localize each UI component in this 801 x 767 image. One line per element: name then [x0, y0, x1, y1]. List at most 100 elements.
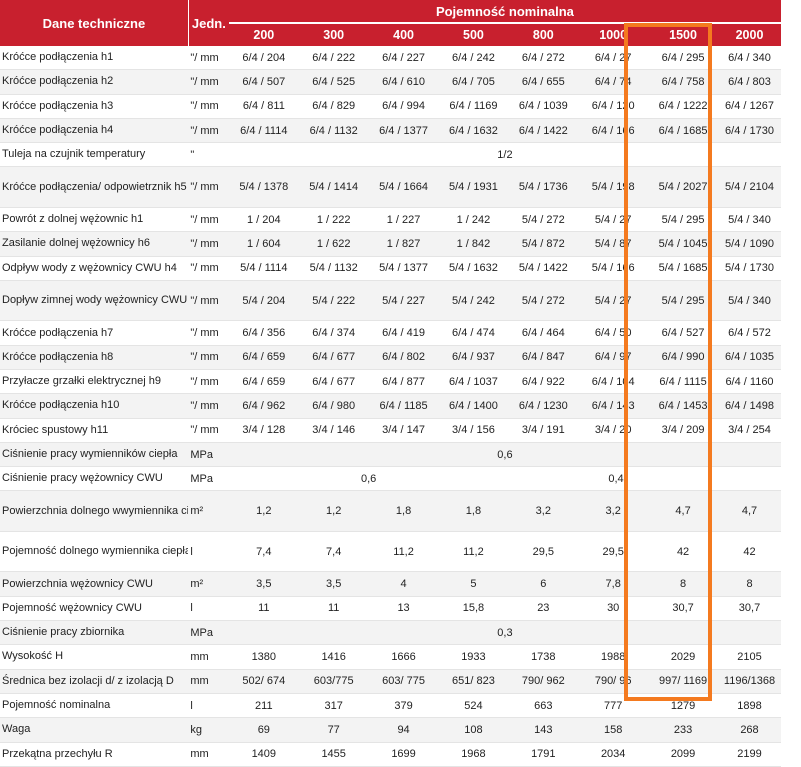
value-cell-400: 1699	[368, 742, 439, 767]
value-cell-500: 524	[438, 693, 509, 719]
unit-column-header: Jedn.	[188, 0, 229, 46]
value-cell-2000: 5/4 / 1090	[718, 231, 781, 257]
param-name: Króćce podłączenia h1	[0, 46, 189, 71]
value-cell-200: 1,2	[228, 490, 299, 532]
param-unit: "/ mm	[188, 94, 229, 119]
param-unit: "/ mm	[188, 256, 229, 281]
param-name: Króćce podłączenia h4	[0, 118, 189, 144]
param-name: Króćce podłączenia h8	[0, 345, 189, 370]
value-cell-300: 3,5	[298, 571, 369, 597]
value-cell-800: 5/4 / 272	[508, 207, 579, 233]
value-cell-1000: 6/4 / 120	[578, 94, 649, 119]
value-cell-800: 6/4 / 464	[508, 320, 579, 346]
value-cell-1000: 29,5	[578, 531, 649, 573]
value-cell-1000: 7,8	[578, 571, 649, 597]
table-row: Króciec spustowy h11 "/ mm 3/4 / 128 3/4 / …	[0, 418, 781, 443]
value-cell-300: 3/4 / 146	[298, 418, 369, 443]
capacity-header-800: 800	[508, 23, 579, 46]
value-cell-300: 5/4 / 1414	[298, 166, 369, 208]
value-cell-2000: 8	[718, 571, 781, 597]
value-cell-1500: 5/4 / 295	[648, 280, 718, 322]
value-cell-400: 5/4 / 227	[368, 280, 439, 322]
table-row: Króćce podłączenia h4 "/ mm 6/4 / 1114 6/4 …	[0, 118, 781, 144]
param-name: Króćce podłączenia h10	[0, 393, 189, 419]
value-cell-200: 5/4 / 204	[228, 280, 299, 322]
value-cell-1500: 6/4 / 295	[648, 46, 718, 71]
param-name: Ciśnienie pracy wężownicy CWU	[0, 466, 189, 492]
param-unit: l	[188, 693, 229, 719]
table-row: Króćce podłączenia h3 "/ mm 6/4 / 811 6/4 /…	[0, 94, 781, 119]
value-cell-500: 6/4 / 1037	[438, 369, 509, 395]
param-unit: l	[188, 596, 229, 622]
value-cell-1000: 2034	[578, 742, 649, 767]
value-cell-500: 6/4 / 1400	[438, 393, 509, 419]
capacity-header-300: 300	[298, 23, 369, 46]
value-cell-200: 3/4 / 128	[228, 418, 299, 443]
value-cell-300: 1416	[298, 644, 369, 670]
value-cell-400: 6/4 / 994	[368, 94, 439, 119]
value-cell-300: 5/4 / 1132	[298, 256, 369, 281]
param-name: Tuleja na czujnik temperatury	[0, 142, 189, 168]
value-cell-500: 6/4 / 1632	[438, 118, 509, 144]
value-cell-300: 1 / 222	[298, 207, 369, 233]
value-cell-800: 6/4 / 1422	[508, 118, 579, 144]
value-cell-800: 6/4 / 1230	[508, 393, 579, 419]
value-cell-300: 1,2	[298, 490, 369, 532]
table-row: Ciśnienie pracy zbiornika MPa 0,3	[0, 620, 781, 646]
value-cell-800: 3/4 / 191	[508, 418, 579, 443]
value-cell-200: 6/4 / 962	[228, 393, 299, 419]
table-row: Pojemność dolnego wymiennika ciepła l 7,4 7…	[0, 531, 781, 573]
value-cell-400: 6/4 / 227	[368, 46, 439, 71]
param-unit: kg	[188, 717, 229, 743]
value-cell-800: 6/4 / 847	[508, 345, 579, 370]
value-cell-1000: 30	[578, 596, 649, 622]
value-cell-500: 11,2	[438, 531, 509, 573]
value-cell-500: 5	[438, 571, 509, 597]
value-cell-2000: 2199	[718, 742, 781, 767]
value-cell-1000: 6/4 / 97	[578, 345, 649, 370]
value-cell-1000: 6/4 / 166	[578, 118, 649, 144]
value-cell-400: 4	[368, 571, 439, 597]
value-cell-2000: 6/4 / 340	[718, 46, 781, 71]
value-cell-200: 6/4 / 659	[228, 369, 299, 395]
value-cell-400: 1666	[368, 644, 439, 670]
value-cell-200: 11	[228, 596, 299, 622]
value-cell-1500: 8	[648, 571, 718, 597]
param-column-header: Dane techniczne	[0, 0, 189, 46]
value-cell-200: 1 / 604	[228, 231, 299, 257]
value-cell-500: 3/4 / 156	[438, 418, 509, 443]
value-cell-200: 5/4 / 1378	[228, 166, 299, 208]
param-name: Waga	[0, 717, 189, 743]
value-cell-500: 1933	[438, 644, 509, 670]
table-row: Pojemność wężownicy CWU l 11 11 13 15,8 23 30 30…	[0, 596, 781, 622]
param-name: Zasilanie dolnej wężownicy h6	[0, 231, 189, 257]
value-cell-500: 1 / 242	[438, 207, 509, 233]
param-unit: "/ mm	[188, 166, 229, 208]
param-name: Pojemność dolnego wymiennika ciepła	[0, 531, 189, 573]
value-cell-200: 1409	[228, 742, 299, 767]
value-cell-200: 6/4 / 659	[228, 345, 299, 370]
value-cell-1500: 6/4 / 990	[648, 345, 718, 370]
param-name: Dopływ zimnej wody wężownicy CWU h1	[0, 280, 189, 322]
param-unit: mm	[188, 742, 229, 767]
value-cell-200: 6/4 / 507	[228, 69, 299, 95]
param-name: Króćce podłączenia h3	[0, 94, 189, 119]
param-name: Króćce podłączenia h7	[0, 320, 189, 346]
table-row: Dopływ zimnej wody wężownicy CWU h1 "/ mm…	[0, 280, 781, 322]
param-unit: "/ mm	[188, 207, 229, 233]
param-unit: mm	[188, 644, 229, 670]
value-cell-300: 6/4 / 829	[298, 94, 369, 119]
value-cell-300: 317	[298, 693, 369, 719]
value-cell-1500: 6/4 / 527	[648, 320, 718, 346]
param-name: Pojemność nominalna	[0, 693, 189, 719]
value-cell-1500: 1279	[648, 693, 718, 719]
value-cell-2000: 6/4 / 1160	[718, 369, 781, 395]
value-cell-2000: 3/4 / 254	[718, 418, 781, 443]
value-cell-1000: 5/4 / 166	[578, 256, 649, 281]
value-cell-2000: 5/4 / 340	[718, 280, 781, 322]
shared-value-cell-low: 0,6	[228, 466, 509, 492]
value-cell-1500: 5/4 / 2027	[648, 166, 718, 208]
value-cell-1000: 6/4 / 50	[578, 320, 649, 346]
param-unit: "/ mm	[188, 46, 229, 71]
value-cell-400: 5/4 / 1377	[368, 256, 439, 281]
